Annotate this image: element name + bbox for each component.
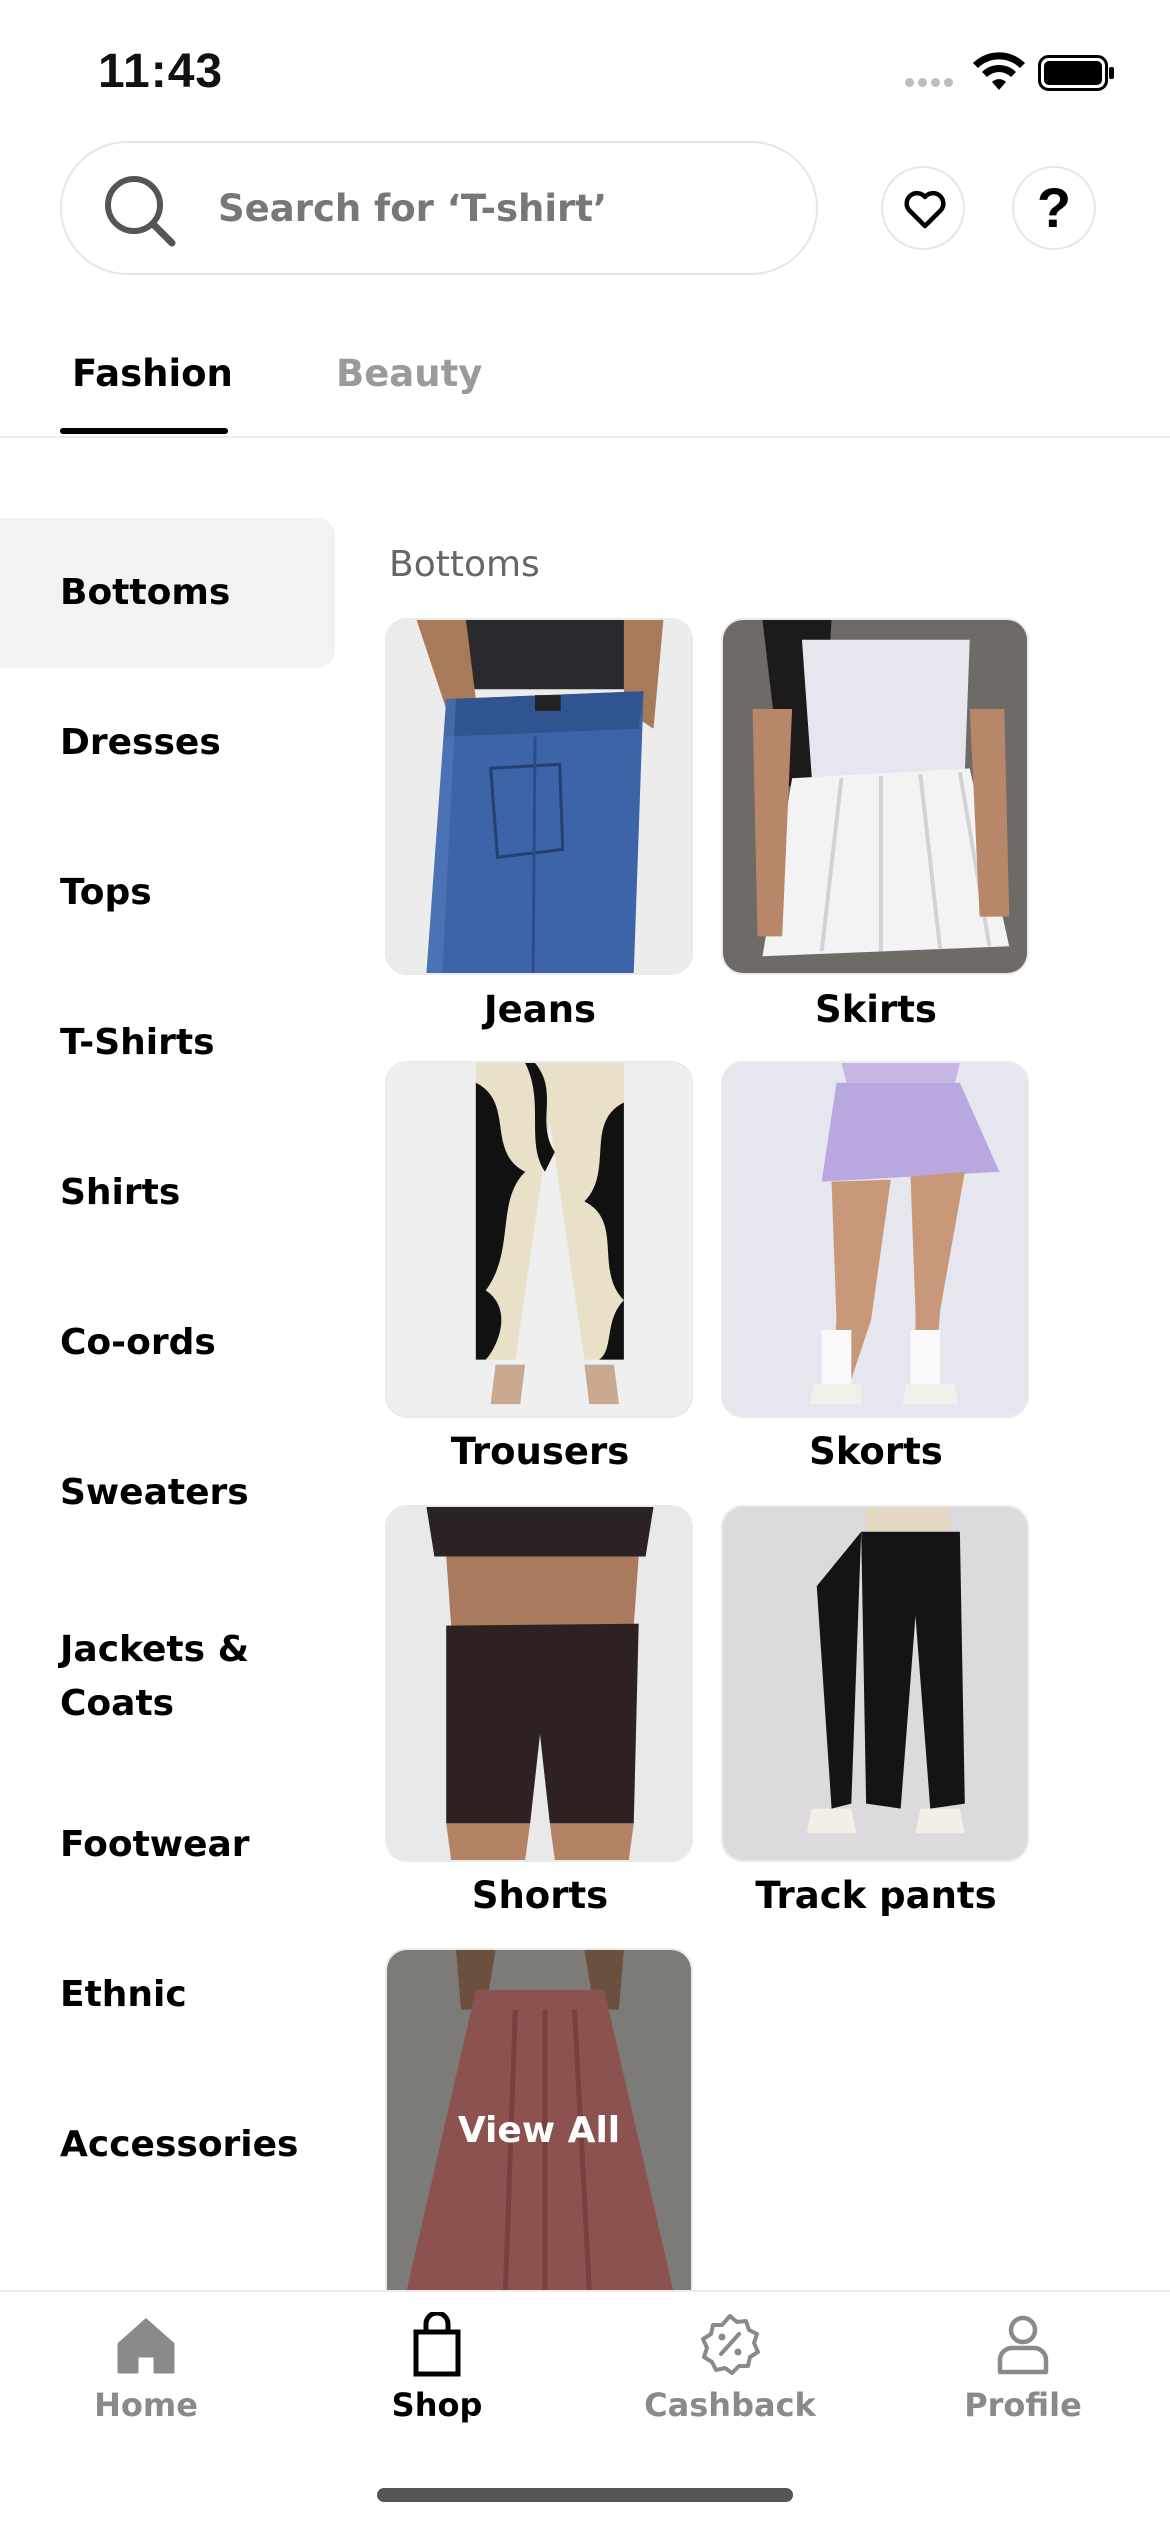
sidebar-item-label: Jackets & Coats — [60, 1629, 249, 1724]
sidebar-item-label: Tops — [60, 872, 152, 913]
sidebar-item-dresses[interactable]: Dresses — [0, 668, 335, 818]
search-input[interactable]: Search for ‘T-shirt’ — [60, 141, 818, 275]
jeans-photo — [387, 620, 691, 973]
category-label: Jeans — [483, 988, 597, 1031]
home-indicator — [377, 2488, 793, 2502]
sidebar-item-label: Footwear — [60, 1824, 250, 1865]
search-icon — [105, 176, 176, 247]
status-time: 11:43 — [98, 45, 224, 98]
sidebar-item-label: Sweaters — [60, 1472, 249, 1513]
category-card-track-pants[interactable] — [721, 1505, 1029, 1862]
sidebar-item-tops[interactable]: Tops — [0, 818, 335, 968]
category-label: Track pants — [755, 1874, 997, 1917]
wishlist-button[interactable] — [881, 166, 965, 250]
sidebar-item-label: Accessories — [60, 2124, 299, 2165]
sidebar-item-label: T-Shirts — [60, 1022, 215, 1063]
category-label: Skorts — [809, 1430, 943, 1473]
wifi-icon — [973, 52, 1025, 90]
search-placeholder: Search for ‘T-shirt’ — [218, 187, 608, 230]
sidebar-item-bottoms[interactable]: Bottoms — [0, 518, 335, 668]
category-label: Trousers — [450, 1430, 630, 1473]
cashback-badge-icon — [701, 2314, 760, 2375]
nav-label: Shop — [391, 2386, 483, 2424]
sidebar-item-label: Shirts — [60, 1172, 181, 1213]
nav-home[interactable]: Home — [46, 2312, 246, 2424]
sidebar-item-co-ords[interactable]: Co-ords — [0, 1268, 335, 1418]
shorts-photo — [387, 1507, 691, 1860]
heart-icon — [904, 190, 946, 229]
category-card-shorts[interactable] — [385, 1505, 693, 1862]
tab-fashion[interactable]: Fashion — [72, 352, 233, 395]
sidebar-item-label: Co-ords — [60, 1322, 216, 1363]
skirt-photo — [723, 620, 1027, 973]
nav-label: Cashback — [644, 2386, 816, 2424]
tab-beauty[interactable]: Beauty — [336, 352, 482, 395]
trousers-photo — [387, 1063, 691, 1416]
sidebar-item-label: Ethnic — [60, 1974, 187, 2015]
nav-shop[interactable]: Shop — [337, 2312, 537, 2424]
profile-icon — [997, 2315, 1049, 2375]
nav-profile[interactable]: Profile — [923, 2312, 1123, 2424]
trackpants-photo — [723, 1507, 1027, 1860]
status-bar: 11:43 — [0, 0, 1170, 140]
section-heading: Bottoms — [389, 544, 540, 585]
sidebar-item-ethnic[interactable]: Ethnic — [0, 1920, 335, 2070]
sidebar-item-sweaters[interactable]: Sweaters — [0, 1418, 335, 1568]
help-icon: ? — [1036, 176, 1072, 239]
cellular-signal-icon — [905, 78, 955, 90]
sidebar-item-label: Dresses — [60, 722, 221, 763]
category-card-skirts[interactable] — [721, 618, 1029, 975]
category-label: Shorts — [471, 1874, 609, 1917]
sidebar-item-accessories[interactable]: Accessories — [0, 2070, 335, 2220]
sidebar-item-shirts[interactable]: Shirts — [0, 1118, 335, 1268]
view-all-label: View All — [457, 2110, 621, 2151]
nav-cashback[interactable]: Cashback — [630, 2312, 830, 2424]
category-card-skorts[interactable] — [721, 1061, 1029, 1418]
nav-label: Home — [94, 2386, 198, 2424]
help-button[interactable]: ? — [1012, 166, 1096, 250]
nav-label: Profile — [964, 2386, 1082, 2424]
category-label: Skirts — [815, 988, 937, 1031]
active-tab-indicator — [60, 428, 228, 434]
shopping-bag-icon — [413, 2312, 461, 2377]
view-all-button[interactable]: View All — [385, 1948, 693, 2290]
skort-photo — [723, 1063, 1027, 1416]
sidebar-item-footwear[interactable]: Footwear — [0, 1770, 335, 1920]
category-card-jeans[interactable] — [385, 618, 693, 975]
home-icon — [117, 2318, 175, 2374]
sidebar-item-label: Bottoms — [60, 572, 231, 613]
sidebar-item-jackets-coats[interactable]: Jackets & Coats — [0, 1602, 335, 1752]
divider — [0, 436, 1170, 438]
sidebar-item-t-shirts[interactable]: T-Shirts — [0, 968, 335, 1118]
category-card-trousers[interactable] — [385, 1061, 693, 1418]
battery-icon — [1038, 55, 1114, 91]
